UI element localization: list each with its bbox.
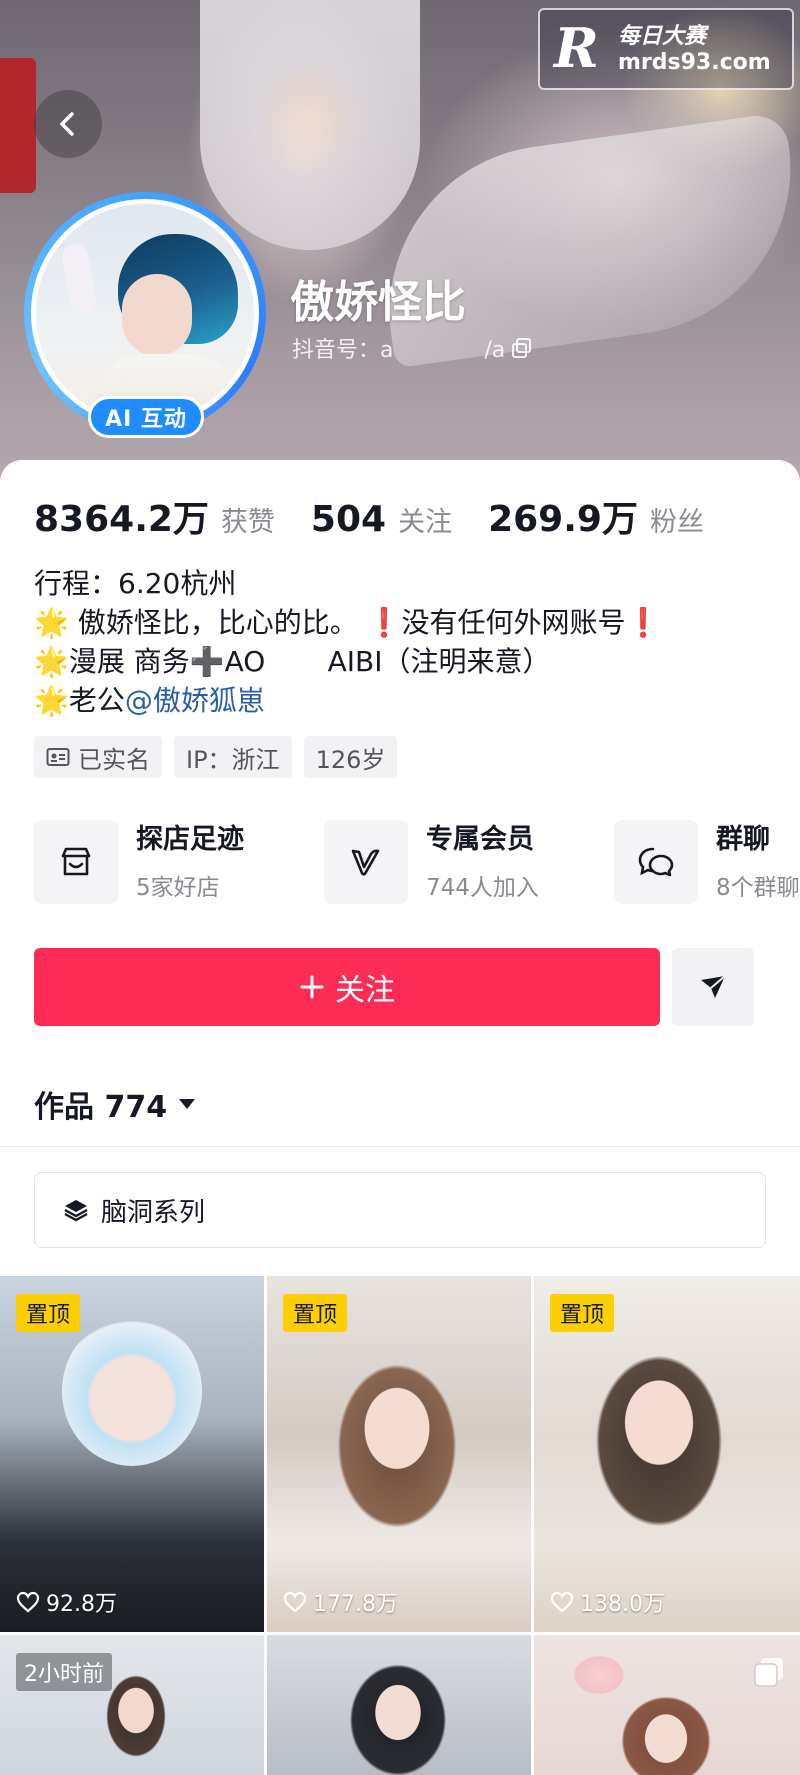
stat-label: 关注 [398, 507, 453, 538]
follow-button[interactable]: 关注 [34, 948, 660, 1026]
layers-icon [64, 1200, 88, 1222]
stat-value: 269.9万 [488, 499, 638, 540]
tag-ip: IP：浙江 [174, 736, 292, 778]
vip-v-icon [351, 849, 380, 876]
stat-following[interactable]: 504 关注 [311, 499, 452, 540]
feature-title: 专属会员 [426, 824, 534, 855]
video-thumbnail[interactable] [267, 1635, 531, 1775]
watermark-logo: R 每日大赛 mrds93.com [538, 8, 794, 90]
tag-label: IP：浙江 [186, 745, 280, 774]
avatar[interactable] [31, 199, 259, 427]
feature-title: 探店足迹 [136, 824, 244, 855]
douyin-id-text: 抖音号：a /a [292, 338, 506, 363]
watermark-logo-mark: R [554, 16, 599, 80]
video-thumbnail[interactable]: 置顶 138.0万 [534, 1276, 800, 1632]
heart-icon [550, 1591, 574, 1613]
caret-down-icon [179, 1099, 196, 1109]
like-count-text: 177.8万 [313, 1592, 398, 1617]
heart-icon [283, 1591, 307, 1613]
stat-value: 8364.2万 [34, 499, 209, 540]
back-button[interactable] [34, 90, 102, 158]
like-count: 92.8万 [16, 1586, 117, 1618]
avatar-hand [60, 242, 98, 316]
chat-bubbles-icon [638, 847, 674, 877]
tag-verified[interactable]: 已实名 [34, 736, 162, 778]
feature-membership[interactable]: 专属会员 744人加入 [324, 820, 614, 904]
pinned-badge: 置顶 [550, 1294, 615, 1332]
tag-age: 126岁 [303, 736, 398, 778]
series-label: 脑洞系列 [101, 1197, 206, 1228]
like-count-text: 138.0万 [580, 1592, 665, 1617]
thumbnail-subject [564, 1645, 634, 1705]
feature-shop-visits[interactable]: 探店足迹 5家好店 [34, 820, 324, 904]
stat-likes[interactable]: 8364.2万 获赞 [34, 490, 275, 542]
ai-interaction-badge[interactable]: AI 互动 [88, 396, 204, 438]
stat-followers[interactable]: 269.9万 粉丝 [488, 490, 704, 542]
feature-title: 群聊 [716, 824, 770, 855]
pinned-badge: 置顶 [16, 1294, 81, 1332]
bio-line: 🌟老公@傲娇狐崽 [34, 681, 774, 720]
bio-text: 🌟老公 [34, 684, 125, 717]
pinned-badge: 置顶 [283, 1294, 348, 1332]
feature-group-chat[interactable]: 群聊 8个群聊 [614, 820, 800, 904]
douyin-id[interactable]: 抖音号：a /a [292, 332, 533, 364]
heart-icon [16, 1591, 40, 1613]
feature-row: 探店足迹 5家好店 专属会员 744人加入 群聊 8个群聊 [34, 820, 800, 904]
copy-icon[interactable] [511, 337, 533, 359]
feature-subtitle: 8个群聊 [716, 875, 800, 901]
profile-bio: 行程：6.20杭州 🌟 傲娇怪比，比心的比。 ❗没有任何外网账号❗ 🌟漫展 商务… [34, 564, 774, 720]
follow-label: 关注 [335, 973, 395, 1008]
send-message-button[interactable] [672, 948, 754, 1026]
chevron-left-icon [60, 112, 74, 136]
stat-label: 粉丝 [649, 507, 704, 538]
tab-works[interactable]: 作品 774 [34, 1082, 197, 1126]
stat-value: 504 [310, 499, 387, 540]
cover-red-sign [0, 58, 36, 193]
feature-subtitle: 744人加入 [426, 875, 539, 901]
watermark-url: mrds93.com [618, 50, 771, 75]
like-count-text: 92.8万 [46, 1592, 117, 1617]
series-collection[interactable]: 脑洞系列 [34, 1172, 766, 1248]
avatar-face [122, 274, 192, 356]
feature-icon-box [614, 820, 698, 904]
tag-label: 126岁 [315, 745, 386, 774]
bio-line: 行程：6.20杭州 [34, 567, 237, 600]
profile-tags: 已实名 IP：浙江 126岁 [34, 736, 398, 778]
thumbnail-subject [62, 1316, 202, 1466]
profile-nickname: 傲娇怪比 [290, 277, 466, 328]
time-badge: 2小时前 [16, 1653, 112, 1691]
feature-icon-box [34, 820, 118, 904]
profile-card: 8364.2万 获赞 504 关注 269.9万 粉丝 行程：6.20杭州 🌟 … [0, 460, 800, 1775]
video-thumbnail[interactable]: 置顶 177.8万 [267, 1276, 531, 1632]
shop-icon [61, 847, 91, 876]
mention-link[interactable]: @傲娇狐崽 [125, 684, 265, 717]
feature-icon-box [324, 820, 408, 904]
thumbnail-subject [317, 1336, 477, 1556]
tab-divider [0, 1146, 800, 1147]
like-count: 138.0万 [550, 1586, 665, 1618]
feature-subtitle: 5家好店 [136, 875, 220, 901]
bio-line: 🌟 傲娇怪比，比心的比。 ❗没有任何外网账号❗ [34, 606, 661, 639]
bio-line: 🌟漫展 商务➕AO AIBI（注明来意） [34, 645, 551, 678]
thumbnail-subject [574, 1326, 744, 1556]
watermark-title: 每日大赛 [618, 24, 707, 49]
tag-label: 已实名 [78, 745, 150, 774]
thumbnail-subject [333, 1645, 463, 1775]
video-thumbnail[interactable]: 置顶 92.8万 [0, 1276, 264, 1632]
stats-row: 8364.2万 获赞 504 关注 269.9万 粉丝 [34, 490, 740, 542]
tab-works-label: 作品 774 [34, 1090, 168, 1125]
video-thumbnail[interactable] [534, 1635, 800, 1775]
send-icon [701, 975, 726, 998]
multi-image-icon [754, 1658, 783, 1687]
plus-icon [300, 975, 324, 999]
stat-label: 获赞 [220, 507, 275, 538]
like-count: 177.8万 [283, 1586, 398, 1618]
id-card-icon [46, 748, 70, 766]
cover-figure [200, 0, 420, 250]
video-thumbnail[interactable]: 2小时前 [0, 1635, 264, 1775]
